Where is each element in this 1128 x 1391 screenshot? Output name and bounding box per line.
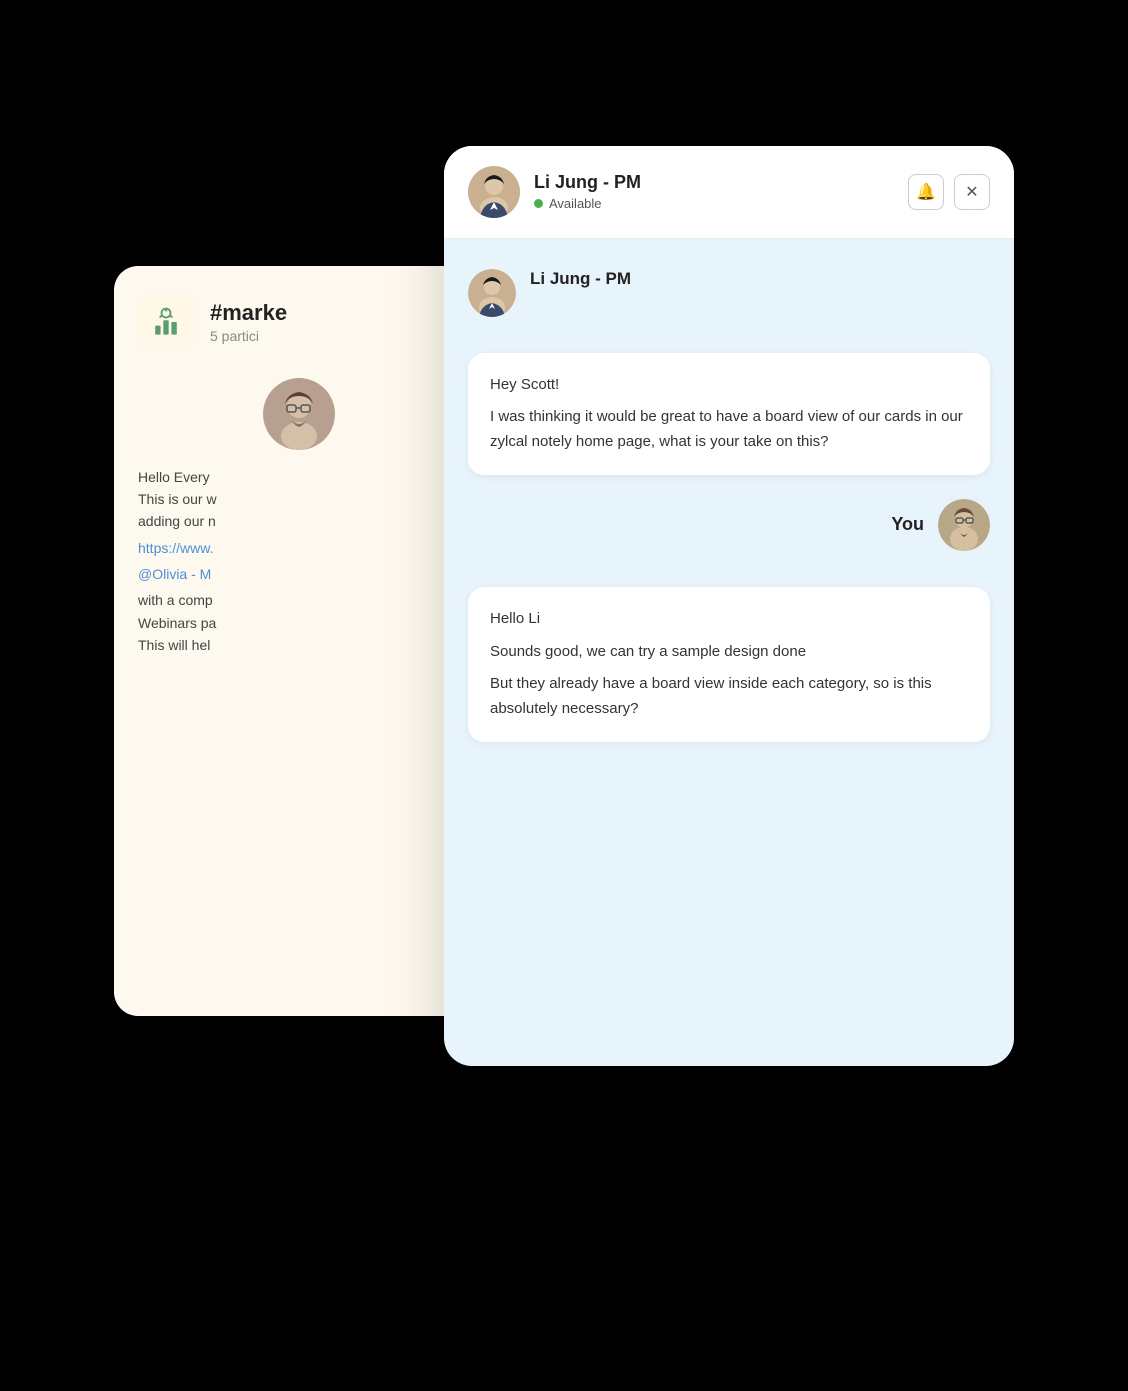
dm-status: Available — [534, 196, 894, 211]
channel-line-3: adding our n — [138, 510, 460, 532]
sender-avatar-svg — [468, 269, 516, 317]
channel-name: #marke — [210, 300, 287, 326]
dm-user-info: Li Jung - PM Available — [534, 172, 894, 211]
channel-line-1: Hello Every — [138, 466, 460, 488]
msg-line-2: I was thinking it would be great to have… — [490, 405, 968, 455]
you-message-bubble: Hello Li Sounds good, we can try a sampl… — [468, 587, 990, 742]
sender-avatar — [468, 269, 516, 317]
channel-link[interactable]: https://www. — [138, 537, 460, 559]
you-label: You — [891, 514, 924, 535]
you-avatar-svg — [938, 499, 990, 551]
channel-icon-container — [138, 294, 194, 350]
you-avatar — [938, 499, 990, 551]
dm-header-actions: 🔔 ✕ — [908, 174, 990, 210]
li-jung-message-bubble: Hey Scott! I was thinking it would be gr… — [468, 353, 990, 475]
reply-line-3: But they already have a board view insid… — [490, 672, 968, 722]
channel-header: #marke 5 partici — [138, 294, 460, 350]
status-dot — [534, 199, 543, 208]
dm-body: Li Jung - PM Hey Scott! I was thinking i… — [444, 239, 1014, 772]
channel-line-6: This will hel — [138, 634, 460, 656]
scene: #marke 5 partici Hello Every — [114, 146, 1014, 1246]
channel-mention: @Olivia - M — [138, 563, 460, 585]
reply-line-1: Hello Li — [490, 607, 968, 632]
channel-user-avatar — [263, 378, 335, 450]
sender-name: Li Jung - PM — [530, 269, 631, 289]
dm-card: Li Jung - PM Available 🔔 ✕ — [444, 146, 1014, 1066]
sender-row: Li Jung - PM — [468, 269, 990, 317]
bell-button[interactable]: 🔔 — [908, 174, 944, 210]
channel-line-2: This is our w — [138, 488, 460, 510]
you-row: You — [468, 499, 990, 551]
channel-info: #marke 5 partici — [210, 300, 287, 344]
li-jung-avatar-svg — [468, 166, 520, 218]
dm-contact-avatar — [468, 166, 520, 218]
close-button[interactable]: ✕ — [954, 174, 990, 210]
channel-line-4: with a comp — [138, 589, 460, 611]
chart-icon — [148, 304, 184, 340]
channel-avatar-svg — [263, 378, 335, 450]
channel-participants: 5 partici — [210, 328, 287, 344]
msg-line-1: Hey Scott! — [490, 373, 968, 398]
channel-line-5: Webinars pa — [138, 612, 460, 634]
dm-status-text: Available — [549, 196, 602, 211]
dm-header: Li Jung - PM Available 🔔 ✕ — [444, 146, 1014, 239]
dm-user-name: Li Jung - PM — [534, 172, 894, 193]
reply-line-2: Sounds good, we can try a sample design … — [490, 640, 968, 665]
channel-card: #marke 5 partici Hello Every — [114, 266, 484, 1016]
channel-body: Hello Every This is our w adding our n h… — [138, 466, 460, 657]
